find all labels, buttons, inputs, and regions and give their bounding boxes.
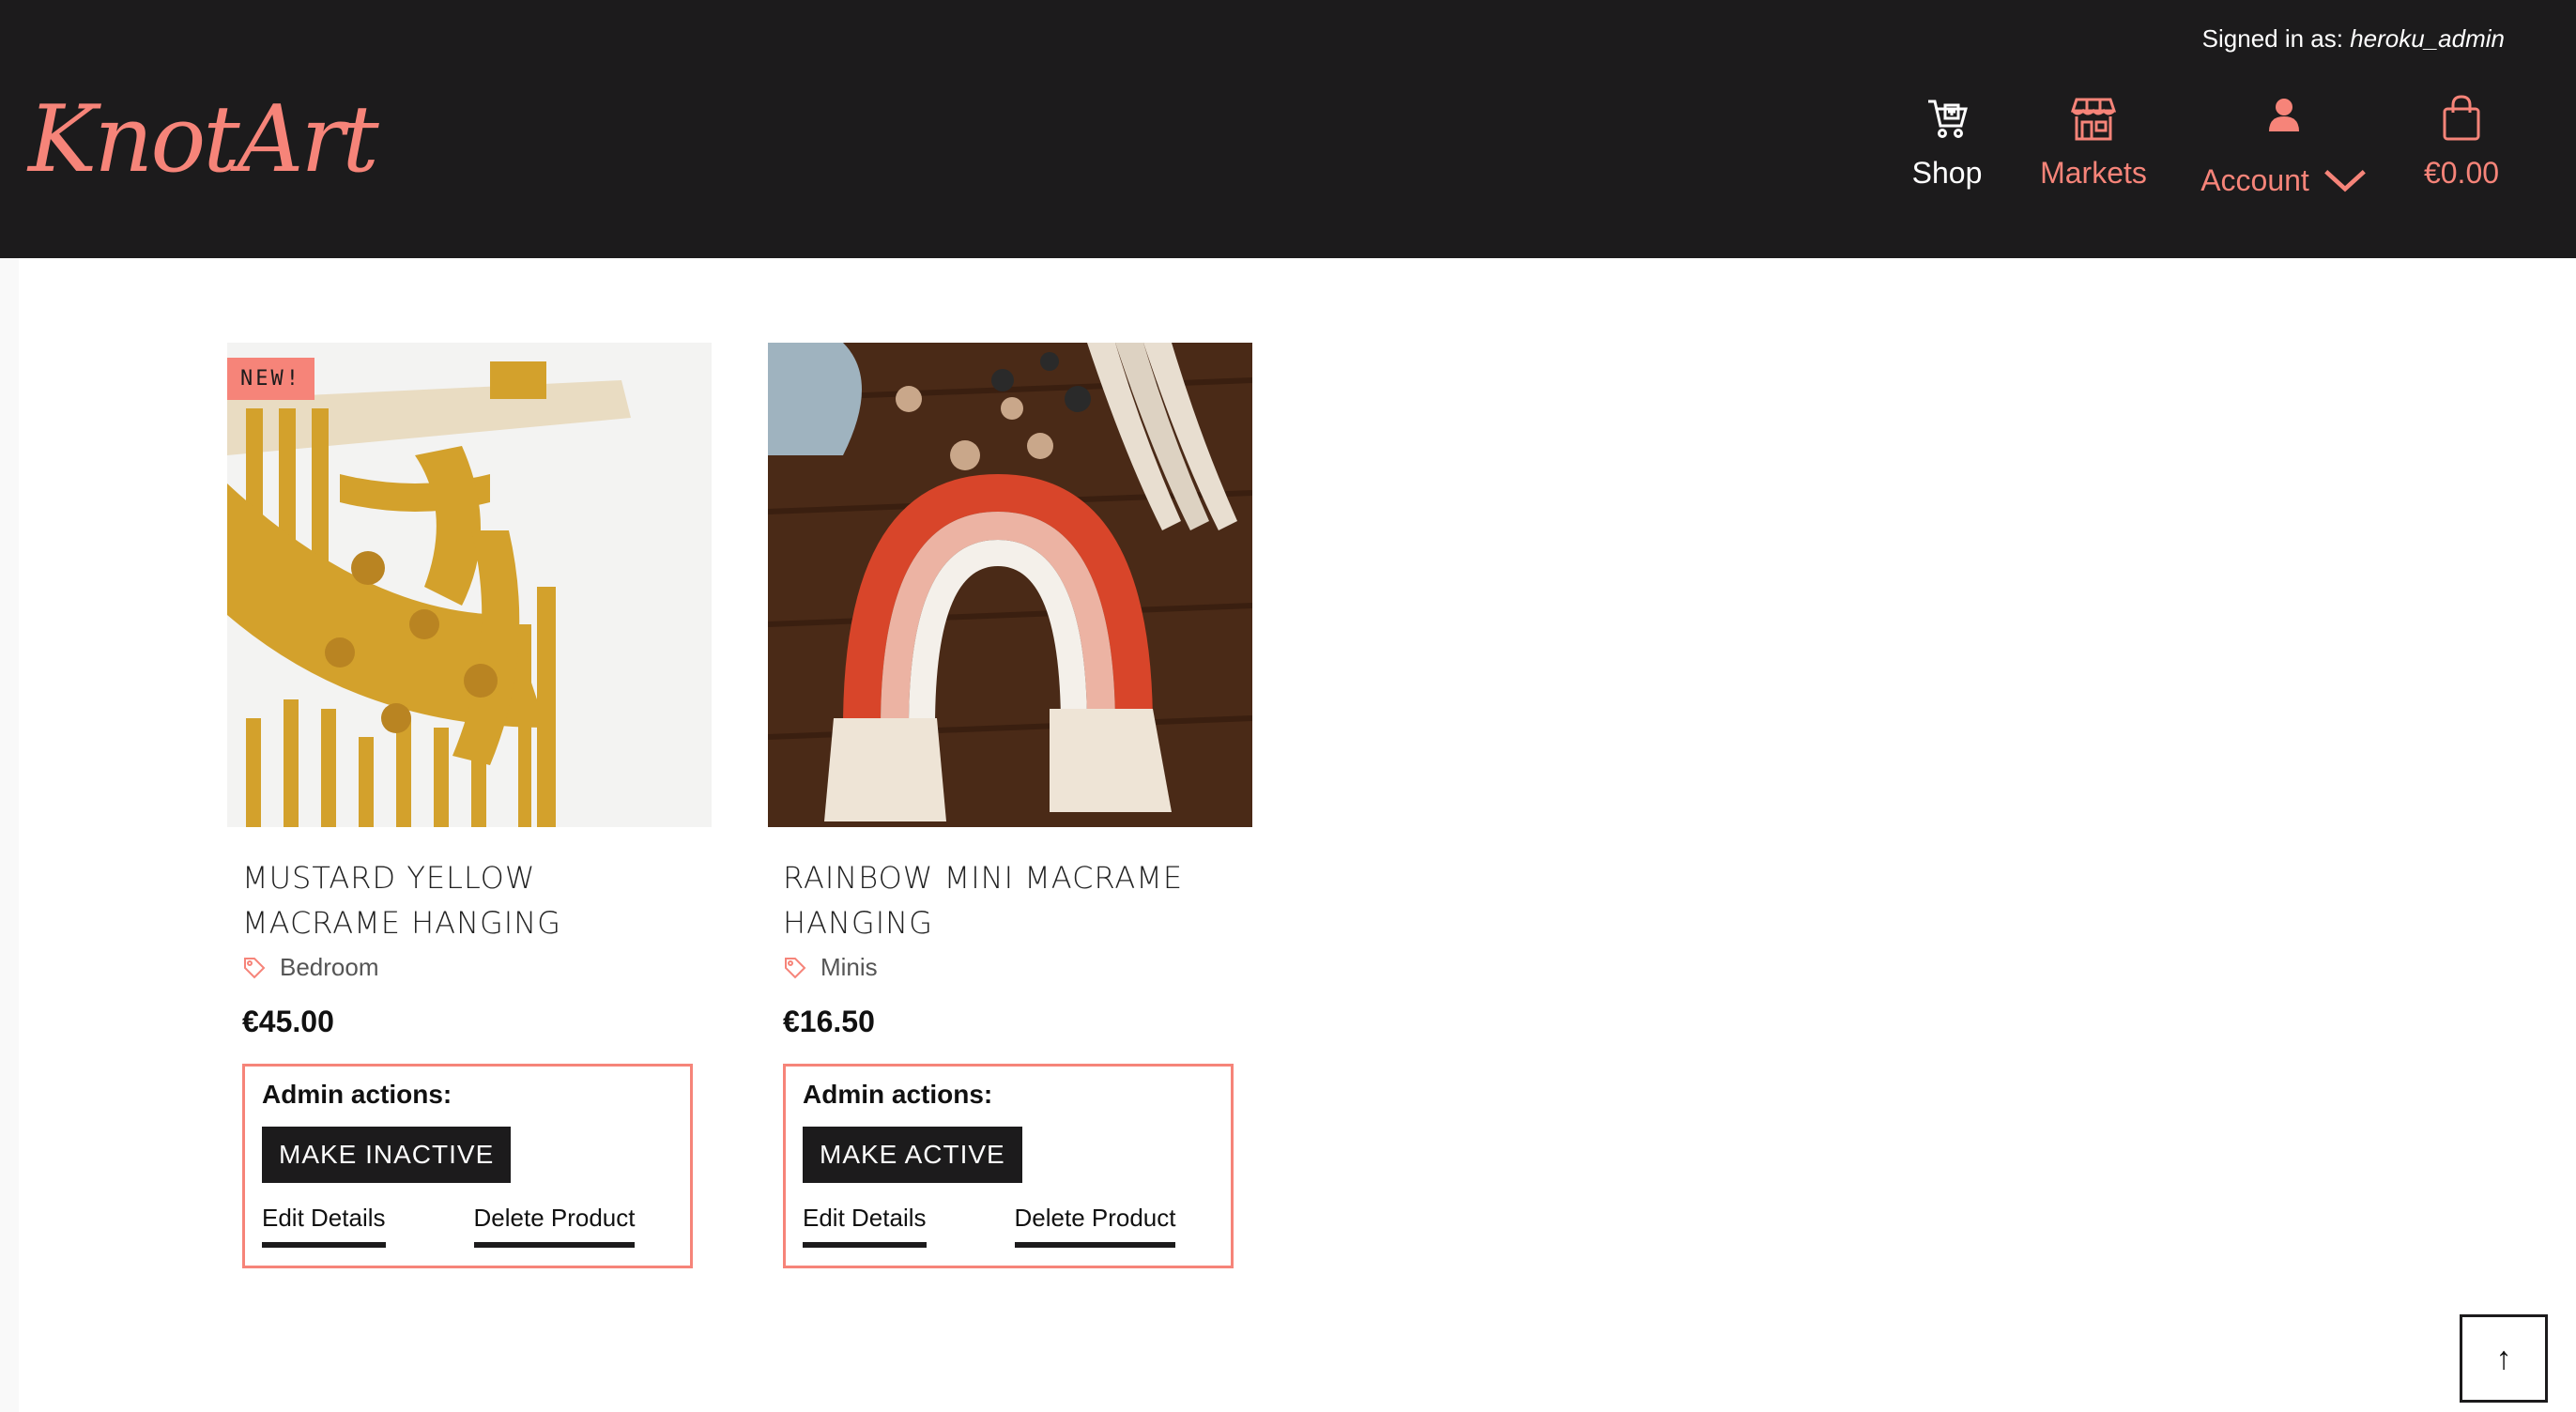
storefront-icon (2071, 94, 2116, 143)
product-price: €45.00 (242, 1005, 334, 1038)
admin-actions-label: Admin actions: (262, 1080, 452, 1109)
edit-details-link[interactable]: Edit Details (803, 1204, 927, 1248)
chevron-down-icon (2323, 156, 2368, 205)
delete-product-link[interactable]: Delete Product (1014, 1204, 1176, 1248)
nav-bag[interactable]: €0.00 (2420, 94, 2503, 207)
admin-actions-box: Admin actions: MAKE INACTIVE Edit Detail… (242, 1064, 693, 1268)
admin-actions-box: Admin actions: MAKE ACTIVE Edit Details … (783, 1064, 1234, 1268)
product-price: €16.50 (783, 1005, 875, 1038)
shopping-bag-icon (2439, 94, 2484, 143)
product-image[interactable] (768, 343, 1252, 827)
nav-account-label: Account (2200, 162, 2309, 197)
left-margin (0, 258, 19, 1412)
product-card: NEW! MUSTARD YELLOW MACRAME HANGING Bedr… (227, 343, 712, 1268)
product-category[interactable]: Bedroom (242, 953, 712, 982)
product-image[interactable]: NEW! (227, 343, 712, 827)
nav-shop[interactable]: Shop (1911, 94, 1983, 207)
nav-account[interactable]: Account (2200, 94, 2366, 207)
site-header: Signed in as: heroku_admin KnotArt Shop (0, 0, 2576, 258)
signed-in-username: heroku_admin (2350, 24, 2505, 53)
tag-icon (244, 957, 266, 978)
delete-product-link[interactable]: Delete Product (473, 1204, 636, 1248)
product-card: RAINBOW MINI MACRAME HANGING Minis €16.5… (768, 343, 1252, 1268)
product-title[interactable]: RAINBOW MINI MACRAME HANGING (783, 855, 1215, 945)
product-category[interactable]: Minis (783, 953, 1252, 982)
bag-total: €0.00 (2423, 156, 2500, 190)
site-logo[interactable]: KnotArt (28, 94, 379, 186)
rainbow-macrame-image (768, 343, 1252, 827)
product-title[interactable]: MUSTARD YELLOW MACRAME HANGING (242, 855, 674, 945)
new-badge: NEW! (227, 358, 314, 400)
arrow-up-icon: ↑ (2495, 1340, 2512, 1376)
nav-markets-label: Markets (2040, 156, 2147, 190)
mustard-macrame-image (227, 343, 712, 827)
make-active-button[interactable]: MAKE ACTIVE (803, 1127, 1022, 1183)
nav-shop-label: Shop (1911, 156, 1983, 190)
signed-in-prefix: Signed in as: (2201, 24, 2343, 53)
product-category-label: Bedroom (280, 953, 379, 981)
shopping-cart-icon (1924, 94, 1970, 143)
nav-markets[interactable]: Markets (2039, 94, 2148, 207)
edit-details-link[interactable]: Edit Details (262, 1204, 386, 1248)
signed-in-status: Signed in as: heroku_admin (2202, 24, 2505, 54)
make-inactive-button[interactable]: MAKE INACTIVE (262, 1127, 512, 1183)
admin-actions-label: Admin actions: (803, 1080, 993, 1109)
product-category-label: Minis (820, 953, 878, 981)
user-icon (2262, 94, 2307, 143)
tag-icon (785, 957, 806, 978)
scroll-to-top-button[interactable]: ↑ (2460, 1314, 2548, 1403)
